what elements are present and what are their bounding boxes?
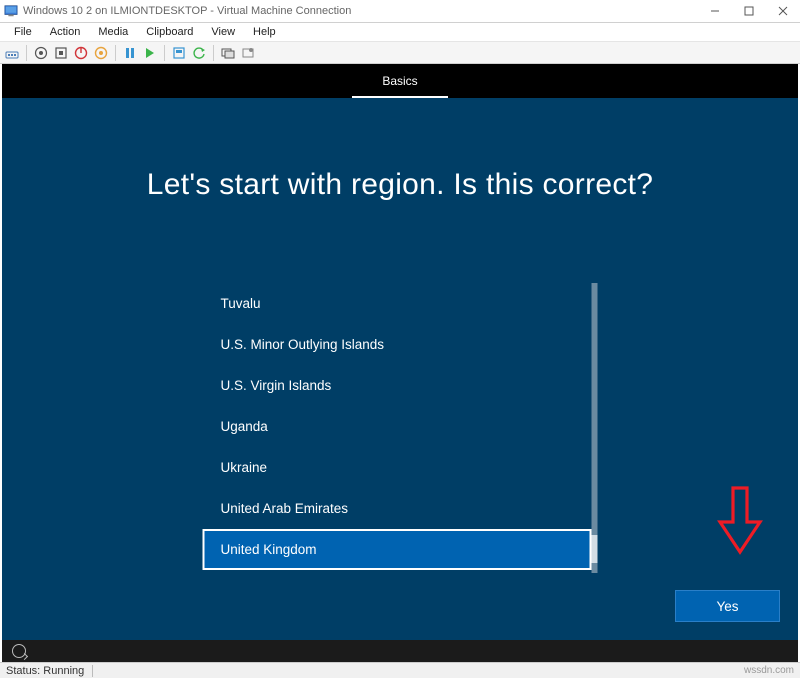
region-list[interactable]: Tuvalu U.S. Minor Outlying Islands U.S. … — [203, 283, 592, 573]
save-icon[interactable] — [93, 45, 109, 61]
start-icon[interactable] — [33, 45, 49, 61]
reset-icon[interactable] — [142, 45, 158, 61]
titlebar: Windows 10 2 on ILMIONTDESKTOP - Virtual… — [0, 0, 800, 23]
region-item[interactable]: Tuvalu — [203, 283, 592, 324]
scrollbar-thumb[interactable] — [592, 535, 598, 563]
close-button[interactable] — [766, 0, 800, 22]
revert-icon[interactable] — [191, 45, 207, 61]
ctrl-alt-del-icon[interactable] — [4, 45, 20, 61]
menu-file[interactable]: File — [6, 24, 40, 40]
toolbar-separator — [164, 45, 165, 61]
yes-button[interactable]: Yes — [675, 590, 780, 622]
toolbar-separator — [26, 45, 27, 61]
region-item[interactable]: Uganda — [203, 406, 592, 447]
window-title: Windows 10 2 on ILMIONTDESKTOP - Virtual… — [23, 5, 698, 17]
oobe-body: Let's start with region. Is this correct… — [2, 98, 798, 640]
share-icon[interactable] — [240, 45, 256, 61]
toolbar-separator — [213, 45, 214, 61]
vm-display: Basics Let's start with region. Is this … — [2, 64, 798, 662]
watermark: wssdn.com — [744, 665, 794, 676]
menu-help[interactable]: Help — [245, 24, 284, 40]
menu-view[interactable]: View — [203, 24, 243, 40]
checkpoint-icon[interactable] — [171, 45, 187, 61]
menu-clipboard[interactable]: Clipboard — [138, 24, 201, 40]
oobe-heading: Let's start with region. Is this correct… — [2, 168, 798, 202]
tab-basics[interactable]: Basics — [352, 66, 447, 99]
enhanced-session-icon[interactable] — [220, 45, 236, 61]
status-text: Status: Running — [6, 665, 84, 677]
region-item[interactable]: United Arab Emirates — [203, 488, 592, 529]
turnoff-icon[interactable] — [53, 45, 69, 61]
status-separator — [92, 665, 93, 677]
region-item-selected[interactable]: United Kingdom — [203, 529, 592, 570]
region-scrollbar[interactable] — [592, 283, 598, 573]
menu-media[interactable]: Media — [90, 24, 136, 40]
toolbar — [0, 42, 800, 64]
vm-app-icon — [4, 4, 18, 18]
statusbar: Status: Running wssdn.com — [0, 662, 800, 678]
window-controls — [698, 0, 800, 22]
annotation-arrow-icon — [716, 486, 764, 556]
cortana-bar — [2, 640, 798, 662]
minimize-button[interactable] — [698, 0, 732, 22]
region-list-container: Tuvalu U.S. Minor Outlying Islands U.S. … — [203, 283, 598, 573]
region-item[interactable]: Ukraine — [203, 447, 592, 488]
menubar: File Action Media Clipboard View Help — [0, 23, 800, 42]
region-item[interactable]: U.S. Minor Outlying Islands — [203, 324, 592, 365]
cortana-icon[interactable] — [12, 644, 26, 658]
oobe-tabs: Basics — [2, 64, 798, 98]
toolbar-separator — [115, 45, 116, 61]
menu-action[interactable]: Action — [42, 24, 89, 40]
shutdown-icon[interactable] — [73, 45, 89, 61]
maximize-button[interactable] — [732, 0, 766, 22]
pause-icon[interactable] — [122, 45, 138, 61]
region-item[interactable]: U.S. Virgin Islands — [203, 365, 592, 406]
